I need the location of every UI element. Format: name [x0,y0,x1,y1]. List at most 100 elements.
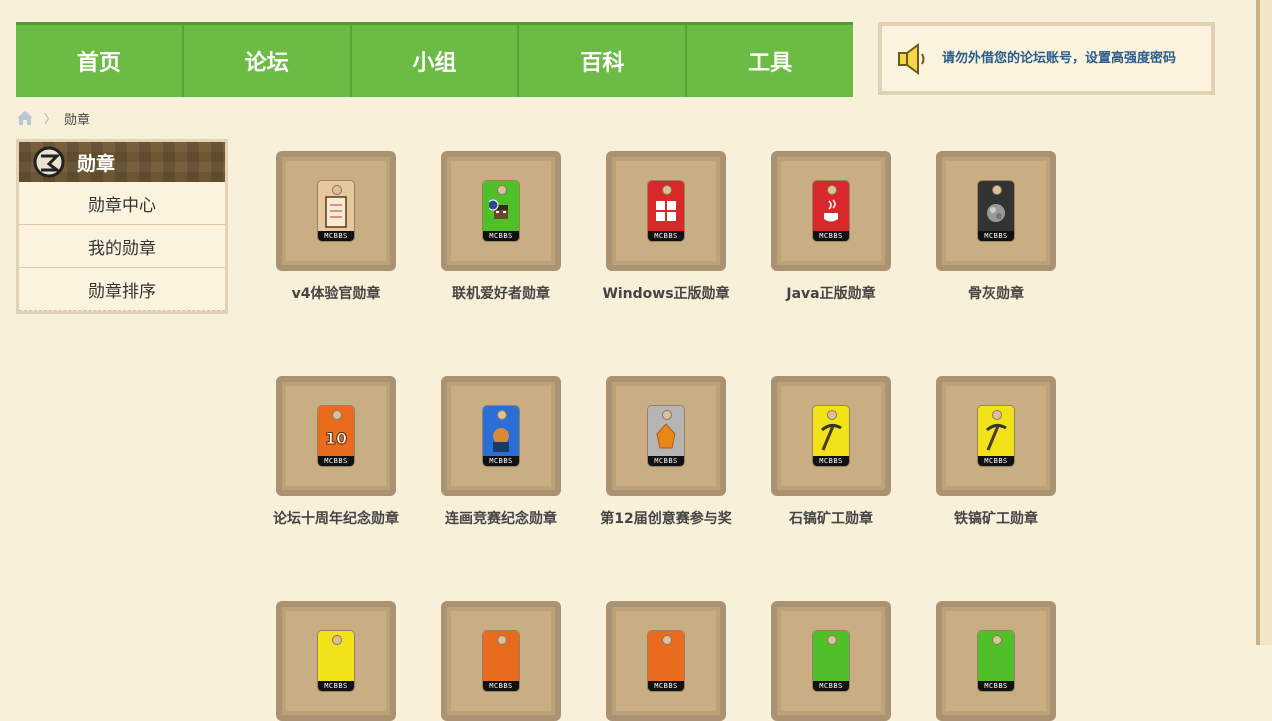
medal-frame[interactable]: MCBBS [276,601,396,721]
medal-name[interactable]: 联机爱好者勋章 [421,283,581,303]
nav-item-home[interactable]: 首页 [16,25,184,97]
medal-art [824,199,838,222]
breadcrumb: 〉 勋章 [16,108,90,128]
medal-item: MCBBS 连画竞赛纪念勋章 [421,376,581,528]
medal-tag-text: MCBBS [483,456,519,466]
medal-frame[interactable]: MCBBS [771,376,891,496]
tag-hole [662,185,672,195]
medal-art: 10 [324,429,347,449]
medal-icon: MCBBS [813,631,849,691]
medal-tag-text: MCBBS [813,456,849,466]
medal-art [821,423,842,451]
tag-hole [827,635,837,645]
tag-hole [332,410,342,420]
sidebar-item-medal-center[interactable]: 勋章中心 [19,182,225,225]
tag-hole [332,185,342,195]
medal-item: MCBBS 石镐矿工勋章 [751,376,911,528]
medal-frame[interactable]: MCBBS [606,151,726,271]
tag-hole [662,410,672,420]
nav-item-forum[interactable]: 论坛 [184,25,352,97]
medal-tag-text: MCBBS [978,231,1014,241]
medal-art [656,423,676,449]
medal-name[interactable]: 石镐矿工勋章 [751,508,911,528]
sidebar-header: 勋章 [19,142,225,182]
medal-item: MCBBS 联机爱好者勋章 [421,151,581,303]
nav-item-tools[interactable]: 工具 [687,25,853,97]
sidebar: 勋章 勋章中心 我的勋章 勋章排序 [16,139,228,314]
medal-tag-text: MCBBS [648,681,684,691]
sidebar-item-my-medals[interactable]: 我的勋章 [19,225,225,268]
medal-frame[interactable]: MCBBS [936,151,1056,271]
medal-frame[interactable]: MCBBS [606,601,726,721]
medal-name[interactable]: 第12届创意赛参与奖 [586,508,746,528]
medal-icon: MCBBS [318,631,354,691]
tag-hole [662,635,672,645]
home-icon[interactable] [16,110,34,126]
medal-art [986,423,1007,451]
medal-tag-text: MCBBS [483,231,519,241]
medal-frame[interactable]: 10 MCBBS [276,376,396,496]
main-nav: 首页 论坛 小组 百科 工具 [16,22,853,97]
medal-art [656,201,676,221]
medal-frame[interactable]: MCBBS [771,151,891,271]
medal-art [654,645,678,679]
medal-frame[interactable]: MCBBS [441,151,561,271]
medal-name[interactable]: v4体验官勋章 [256,283,416,303]
medal-frame[interactable]: MCBBS [441,376,561,496]
medal-tag-text: MCBBS [318,456,354,466]
svg-text:10: 10 [325,429,347,448]
medal-icon: MCBBS [978,631,1014,691]
java-cup-icon: MCBBS [813,181,849,241]
medal-grid: MCBBS v4体验官勋章 MCBBS 联机爱好者勋章 MCBBS Windows正版勋章… [256,151,1256,721]
medal-tag-text: MCBBS [978,681,1014,691]
medal-frame[interactable]: MCBBS [936,376,1056,496]
sidebar-item-medal-order[interactable]: 勋章排序 [19,268,225,311]
medal-tag-text: MCBBS [648,231,684,241]
medal-icon: MCBBS [648,631,684,691]
medal-name[interactable]: 铁镐矿工勋章 [916,508,1076,528]
nav-item-wiki[interactable]: 百科 [519,25,688,97]
stone-pickaxe-icon: MCBBS [813,406,849,466]
tag-hole [497,635,507,645]
medal-item: MCBBS [256,601,416,721]
medal-frame[interactable]: MCBBS [936,601,1056,721]
medal-frame[interactable]: MCBBS [276,151,396,271]
notice-box: 请勿外借您的论坛账号，设置高强度密码 [878,22,1215,95]
medal-frame[interactable]: MCBBS [606,376,726,496]
ash-icon: MCBBS [978,181,1014,241]
windows-logo-icon: MCBBS [648,181,684,241]
medal-item: MCBBS [586,601,746,721]
medal-art [819,645,843,679]
medal-item: 10 MCBBS 论坛十周年纪念勋章 [256,376,416,528]
medal-name[interactable]: 论坛十周年纪念勋章 [256,508,416,528]
page-right-border [1256,0,1272,645]
sidebar-title: 勋章 [77,152,116,175]
medal-name[interactable]: Java正版勋章 [751,283,911,303]
medal-name[interactable]: 骨灰勋章 [916,283,1076,303]
clipboard-icon: MCBBS [318,181,354,241]
medal-icon: MCBBS [483,631,519,691]
medal-art [324,645,348,679]
amber-crystal-icon: MCBBS [648,406,684,466]
medal-tag-text: MCBBS [813,681,849,691]
nav-item-groups[interactable]: 小组 [352,25,520,97]
speaker-icon [898,42,925,75]
tag-hole [992,635,1002,645]
breadcrumb-current[interactable]: 勋章 [64,109,90,128]
medal-item: MCBBS Java正版勋章 [751,151,911,303]
medal-art [984,645,1008,679]
medal-item: MCBBS v4体验官勋章 [256,151,416,303]
medal-frame[interactable]: MCBBS [441,601,561,721]
medal-art [493,428,509,452]
tag-hole [497,185,507,195]
medal-item: MCBBS 第12届创意赛参与奖 [586,376,746,528]
medal-tag-text: MCBBS [483,681,519,691]
tag-hole [992,410,1002,420]
medal-art [325,196,347,228]
medal-art [987,204,1005,222]
medal-name[interactable]: Windows正版勋章 [586,283,746,303]
medal-art [489,645,513,679]
medal-art [489,199,508,219]
medal-frame[interactable]: MCBBS [771,601,891,721]
medal-name[interactable]: 连画竞赛纪念勋章 [421,508,581,528]
